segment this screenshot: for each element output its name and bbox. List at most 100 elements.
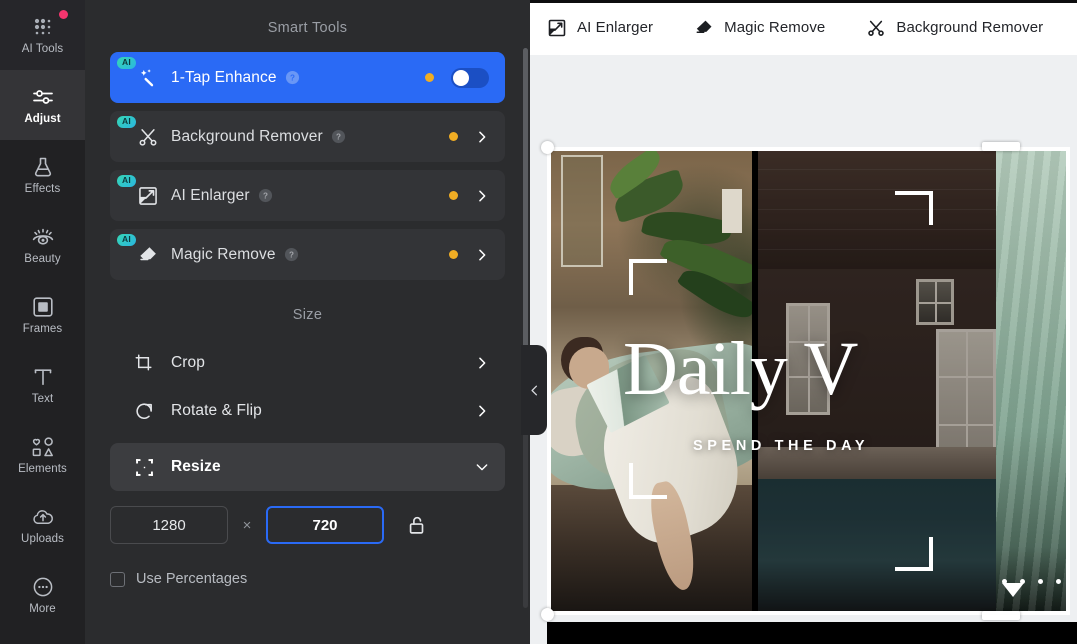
toggle-knob — [453, 70, 469, 86]
ai-label-badge: AI — [117, 234, 136, 246]
eraser-icon — [137, 244, 159, 266]
size-tool-label: Rotate & Flip — [171, 402, 262, 420]
pane3-water-texture — [996, 151, 1066, 611]
magic-wand-icon — [137, 67, 159, 89]
canvas-toolbar: AI Enlarger Magic Remove — [530, 0, 1077, 55]
resize-width-input[interactable] — [110, 506, 228, 544]
toolbar-button-label: Magic Remove — [724, 19, 825, 36]
pane3-dot-row — [996, 579, 1066, 584]
smart-tool-label: 1-Tap Enhance — [171, 69, 277, 87]
sidebar-item-frames[interactable]: Frames — [0, 280, 85, 350]
toolbar-top-edge — [530, 0, 1077, 3]
collage-pane-villa — [758, 151, 996, 611]
resize-handle-top[interactable] — [982, 142, 1020, 151]
smart-tool-controls — [449, 130, 489, 144]
enhance-toggle-switch[interactable] — [451, 68, 489, 88]
use-percentages-label: Use Percentages — [136, 571, 247, 587]
toolbar-button-label: Background Remover — [896, 19, 1043, 36]
help-circle-icon[interactable]: ? — [285, 70, 300, 85]
ellipsis-icon — [31, 575, 55, 599]
use-percentages-row[interactable]: Use Percentages — [85, 544, 530, 587]
scissors-icon — [866, 18, 886, 38]
toolbar-button-background-remover[interactable]: Background Remover — [866, 18, 1065, 38]
svg-text:?: ? — [336, 132, 341, 141]
smart-tool-label: AI Enlarger — [171, 187, 250, 205]
sliders-icon — [31, 85, 55, 109]
editor-window: AI Tools Adjust Effects — [0, 0, 1077, 644]
smart-tool-background-remover[interactable]: AI Background Remover ? — [110, 111, 505, 162]
size-tool-crop[interactable]: Crop — [110, 339, 505, 387]
chevron-right-icon[interactable] — [475, 404, 489, 418]
smart-tool-magic-remove[interactable]: AI Magic Remove ? — [110, 229, 505, 280]
crop-icon — [134, 353, 155, 374]
sidebar-item-label: Adjust — [24, 114, 60, 126]
panel-scroll-region: Smart Tools AI 1-Tap Enhance ? — [85, 0, 530, 644]
pane1-window — [722, 189, 742, 233]
size-tool-resize[interactable]: Resize — [110, 443, 505, 491]
panel-scrollbar[interactable] — [523, 48, 528, 608]
sidebar-item-label: Elements — [18, 464, 67, 476]
chevron-right-icon[interactable] — [475, 356, 489, 370]
adjust-panel: Smart Tools AI 1-Tap Enhance ? — [85, 0, 530, 644]
eraser-icon — [694, 18, 714, 38]
help-circle-icon[interactable]: ? — [284, 247, 299, 262]
image-canvas[interactable]: Daily V SPEND THE DAY — [530, 55, 1077, 644]
cloud-up-icon — [31, 505, 55, 529]
shapes-icon — [31, 435, 55, 459]
sidebar-item-label: Beauty — [24, 254, 60, 266]
frame-icon — [31, 295, 55, 319]
pane1-window-frame — [561, 155, 603, 267]
sidebar-item-uploads[interactable]: Uploads — [0, 490, 85, 560]
resize-dimension-row: × — [85, 491, 530, 544]
chevron-right-icon[interactable] — [475, 130, 489, 144]
sidebar-item-label: More — [29, 604, 56, 616]
toolbar-button-magic-remove[interactable]: Magic Remove — [694, 18, 847, 38]
smart-tool-controls — [449, 189, 489, 203]
resize-handle-bottom[interactable] — [982, 611, 1020, 620]
premium-dot-badge — [425, 73, 434, 82]
sidebar-item-label: Text — [32, 394, 54, 406]
text-t-icon — [31, 365, 55, 389]
sidebar-item-adjust[interactable]: Adjust — [0, 70, 85, 140]
resize-handle-bottom-left[interactable] — [541, 608, 554, 621]
resize-handle-top-left[interactable] — [541, 141, 554, 154]
toolbar-button-label: AI Enlarger — [577, 19, 653, 36]
premium-dot-badge — [449, 132, 458, 141]
ai-dots-icon — [31, 15, 55, 39]
use-percentages-checkbox[interactable] — [110, 572, 125, 587]
sidebar-item-text[interactable]: Text — [0, 350, 85, 420]
size-tool-rotate-flip[interactable]: Rotate & Flip — [110, 387, 505, 435]
chevron-down-icon[interactable] — [475, 460, 489, 474]
panel-collapse-button[interactable] — [521, 345, 547, 435]
smart-tool-ai-enlarger[interactable]: AI AI Enlarger ? — [110, 170, 505, 221]
chevron-right-icon[interactable] — [475, 189, 489, 203]
smart-tools-heading: Smart Tools — [85, 0, 530, 52]
sidebar-item-effects[interactable]: Effects — [0, 140, 85, 210]
scissors-icon — [137, 126, 159, 148]
collage-pane-hammock — [551, 151, 752, 611]
size-tool-label: Crop — [171, 354, 205, 372]
selected-image-frame[interactable]: Daily V SPEND THE DAY — [547, 147, 1070, 615]
sidebar-item-elements[interactable]: Elements — [0, 420, 85, 490]
ai-label-badge: AI — [117, 116, 136, 128]
image-selection[interactable]: Daily V SPEND THE DAY — [547, 147, 1070, 615]
aspect-ratio-lock-button[interactable] — [404, 512, 430, 538]
sidebar-item-ai-tools[interactable]: AI Tools — [0, 0, 85, 70]
smart-tool-controls — [425, 68, 489, 88]
sidebar-item-beauty[interactable]: Beauty — [0, 210, 85, 280]
chevron-left-icon — [528, 384, 541, 397]
size-heading: Size — [85, 280, 530, 339]
help-circle-icon[interactable]: ? — [331, 129, 346, 144]
smart-tool-label: Background Remover — [171, 128, 323, 146]
chevron-right-icon[interactable] — [475, 248, 489, 262]
sidebar-item-more[interactable]: More — [0, 560, 85, 630]
help-circle-icon[interactable]: ? — [258, 188, 273, 203]
enlarge-arrow-icon — [137, 185, 159, 207]
size-tools-list: Crop Rotate & Flip — [85, 339, 530, 491]
toolbar-button-ai-enlarger[interactable]: AI Enlarger — [547, 18, 675, 38]
rotate-icon — [134, 401, 155, 422]
sidebar-item-label: Effects — [25, 184, 61, 196]
smart-tool-1-tap-enhance[interactable]: AI 1-Tap Enhance ? — [110, 52, 505, 103]
resize-height-input[interactable] — [266, 506, 384, 544]
unlocked-padlock-icon — [406, 514, 428, 536]
